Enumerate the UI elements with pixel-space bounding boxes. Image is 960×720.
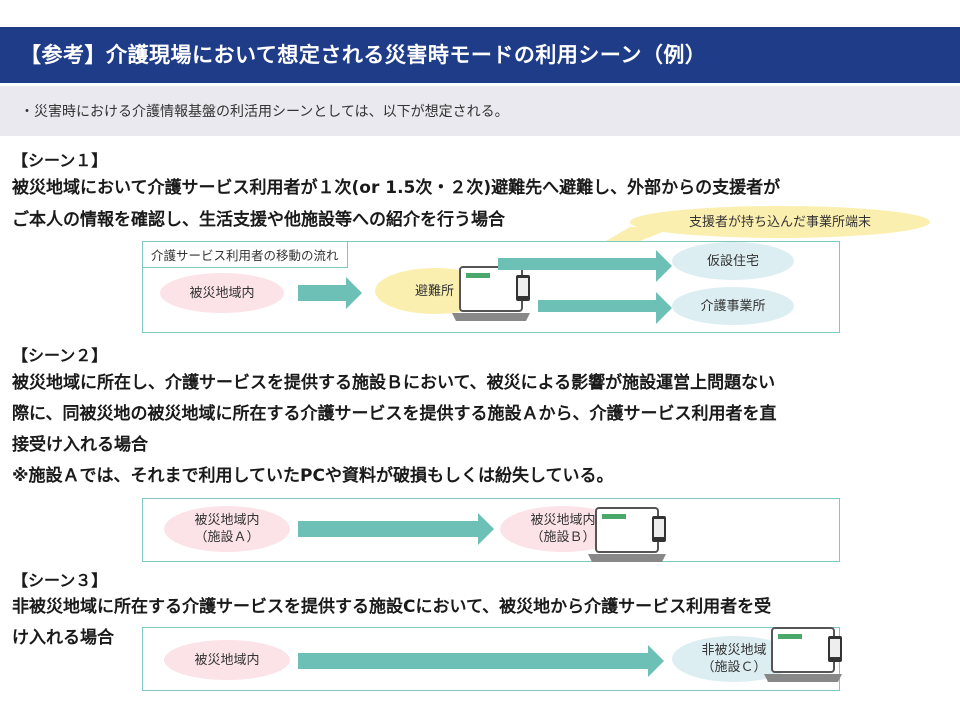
scene1-dest1: 仮設住宅 bbox=[672, 242, 794, 280]
laptop-scene1 bbox=[452, 265, 548, 323]
laptop-scene2 bbox=[588, 506, 684, 564]
callout-bubble: 支援者が持ち込んだ事業所端末 bbox=[630, 206, 930, 238]
scene3-from-label: 被災地域内 bbox=[194, 652, 260, 668]
page-title: 【参考】介護現場において想定される災害時モードの利用シーン（例） bbox=[20, 43, 707, 67]
scene2-to-line1: 被災地域内 bbox=[530, 513, 596, 528]
scene1-dest1-label: 仮設住宅 bbox=[706, 253, 759, 269]
callout-text: 支援者が持ち込んだ事業所端末 bbox=[688, 214, 871, 230]
laptop-scene3 bbox=[764, 626, 860, 684]
scene3-heading: 【シーン３】 bbox=[12, 571, 108, 590]
scene2-from-line2: （施設Ａ） bbox=[194, 530, 260, 545]
scene2-from-line1: 被災地域内 bbox=[194, 513, 260, 528]
scene1-heading: 【シーン１】 bbox=[12, 151, 108, 170]
scene1-arrow-3 bbox=[538, 292, 672, 324]
scene3-arrow bbox=[298, 645, 664, 677]
scene1-arrow-2 bbox=[498, 250, 672, 282]
scene1-middle-label: 避難所 bbox=[415, 283, 455, 299]
scene2-from: 被災地域内 （施設Ａ） bbox=[164, 506, 290, 552]
scene1-arrow-1 bbox=[298, 277, 362, 309]
scene1-from-label: 被災地域内 bbox=[189, 285, 255, 301]
scene3-to-line1: 非被災地域 bbox=[701, 643, 767, 658]
scene1-line-2: ご本人の情報を確認し、生活支援や他施設等への紹介を行う場合 bbox=[12, 210, 505, 230]
scene2-line-2: 際に、同被災地の被災地域に所在する介護サービスを提供する施設Ａから、介護サービス… bbox=[12, 404, 777, 424]
flow-label: 介護サービス利用者の移動の流れ bbox=[143, 242, 348, 268]
scene3-line-1: 非被災地域に所在する介護サービスを提供する施設Cにおいて、被災地から介護サービス… bbox=[12, 597, 772, 617]
intro-banner: ・災害時における介護情報基盤の利活用シーンとしては、以下が想定される。 bbox=[0, 86, 960, 136]
scene2-line-4: ※施設Ａでは、それまで利用していたPCや資料が破損もしくは紛失している。 bbox=[12, 466, 614, 486]
scene3-to-line2: （施設Ｃ） bbox=[701, 660, 767, 675]
scene1-line-1: 被災地域において介護サービス利用者が１次(or 1.5次・２次)避難先へ避難し、… bbox=[12, 178, 781, 198]
scene2-line-1: 被災地域に所在し、介護サービスを提供する施設Ｂにおいて、被災による影響が施設運営… bbox=[12, 373, 776, 393]
scene2-to-line2: （施設Ｂ） bbox=[530, 530, 596, 545]
title-bar: 【参考】介護現場において想定される災害時モードの利用シーン（例） bbox=[0, 27, 960, 83]
scene3-line-2: け入れる場合 bbox=[12, 628, 114, 648]
intro-text: ・災害時における介護情報基盤の利活用シーンとしては、以下が想定される。 bbox=[20, 104, 509, 120]
scene2-heading: 【シーン２】 bbox=[12, 346, 108, 365]
scene1-from: 被災地域内 bbox=[160, 273, 284, 313]
scene3-from: 被災地域内 bbox=[164, 640, 290, 680]
scene2-arrow bbox=[298, 513, 494, 545]
scene1-dest2-label: 介護事業所 bbox=[700, 298, 766, 314]
scene1-dest2: 介護事業所 bbox=[672, 287, 794, 325]
scene2-line-3: 接受け入れる場合 bbox=[12, 435, 148, 455]
